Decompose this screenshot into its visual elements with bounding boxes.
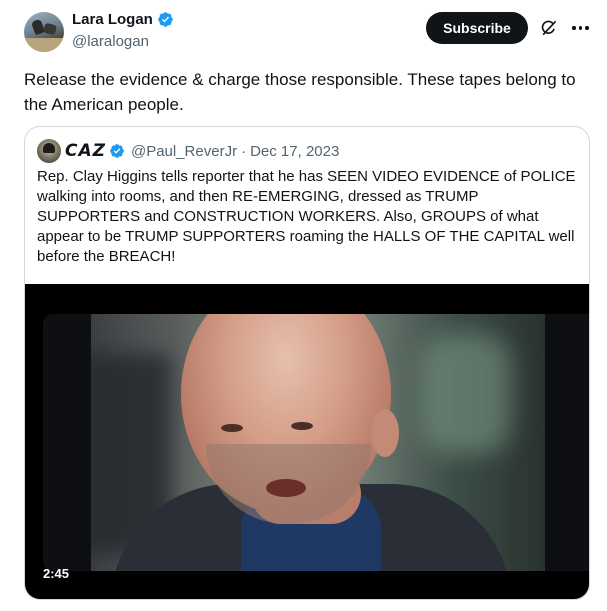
quoted-tweet-text: Rep. Clay Higgins tells reporter that he… bbox=[37, 168, 576, 265]
separator-dot: · bbox=[241, 142, 247, 160]
author-handle[interactable]: @laralogan bbox=[72, 33, 149, 50]
author-avatar[interactable] bbox=[24, 12, 64, 52]
author-display-name[interactable]: Lara Logan bbox=[72, 11, 153, 28]
quoted-author-name[interactable]: CAZ bbox=[65, 141, 106, 161]
video-player[interactable]: 2:45 bbox=[25, 284, 589, 599]
video-thumbnail[interactable] bbox=[43, 314, 589, 571]
video-duration: 2:45 bbox=[43, 566, 70, 581]
quoted-author-handle[interactable]: @Paul_ReverJr bbox=[131, 143, 237, 160]
quoted-tweet-date[interactable]: Dec 17, 2023 bbox=[250, 143, 339, 160]
subscribe-button[interactable]: Subscribe bbox=[426, 12, 528, 44]
grok-icon[interactable] bbox=[539, 18, 559, 38]
quoted-author-avatar[interactable] bbox=[37, 139, 61, 163]
verified-badge-icon bbox=[158, 12, 173, 27]
verified-badge-icon bbox=[110, 144, 124, 158]
author-name-row: Lara Logan bbox=[72, 11, 174, 28]
tweet-text: Release the evidence & charge those resp… bbox=[24, 70, 576, 114]
quoted-tweet-card[interactable]: CAZ @Paul_ReverJr · Dec 17, 2023 Rep. Cl… bbox=[24, 126, 590, 600]
video-frame-image bbox=[91, 314, 545, 571]
more-icon[interactable] bbox=[572, 26, 589, 30]
quoted-tweet-header: CAZ @Paul_ReverJr · Dec 17, 2023 bbox=[37, 139, 339, 163]
